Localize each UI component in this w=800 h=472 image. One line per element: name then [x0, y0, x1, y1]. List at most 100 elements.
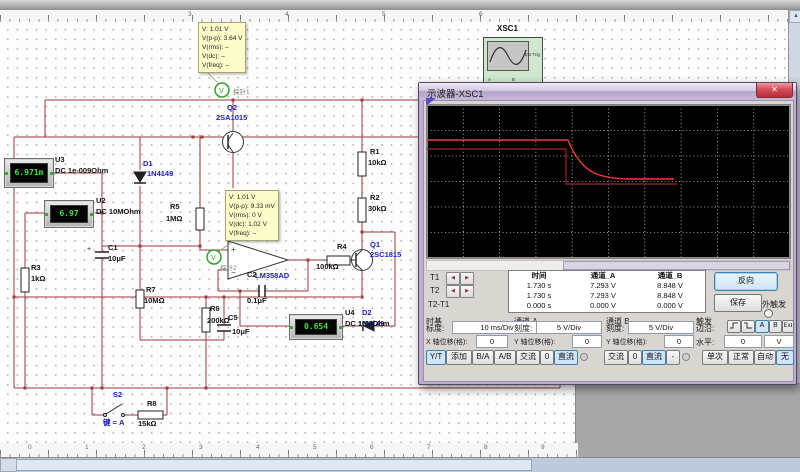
save-button[interactable]: 保存: [714, 294, 762, 312]
trigger-source-b[interactable]: B: [769, 320, 782, 333]
close-icon[interactable]: ✕: [756, 83, 793, 98]
ruler-number: 7: [427, 444, 431, 451]
probe-2[interactable]: V: [207, 250, 221, 264]
trigger-single-button[interactable]: 单次: [702, 350, 728, 365]
meter-terminal: [90, 213, 93, 216]
ruler-number: 9: [541, 444, 545, 451]
mode-ba-button[interactable]: B/A: [472, 350, 494, 365]
trigger-auto-button[interactable]: 自动: [754, 350, 776, 365]
d1-ref: D1: [143, 160, 153, 168]
ruler-number: 3: [199, 444, 203, 451]
resistor-r8[interactable]: [138, 411, 163, 419]
mode-ab-button[interactable]: A/B: [494, 350, 516, 365]
trigger-normal-button[interactable]: 正常: [728, 350, 754, 365]
u4-display: 0.654: [295, 319, 337, 335]
probe1-label: 探针1: [233, 86, 250, 96]
diode-d1[interactable]: [134, 172, 146, 183]
r8-ref: R8: [147, 400, 157, 408]
channel-a-zero-button[interactable]: 0: [540, 350, 554, 365]
t1-left-icon[interactable]: ◀: [446, 272, 460, 285]
resistor-r2[interactable]: [358, 198, 366, 222]
channel-a-pos-value[interactable]: 0: [572, 335, 602, 348]
q1-part: 2SC1815: [370, 251, 401, 259]
probe1-tooltip: V: 1.01 V V(p-p): 3.64 V V(rms): – V(dc)…: [198, 22, 246, 73]
channel-b-scale-value[interactable]: 5 V/Div: [628, 321, 694, 334]
table-row: 1.730 s 7.293 V 8.848 V: [509, 281, 705, 291]
channel-a-scale-value[interactable]: 5 V/Div: [536, 321, 602, 334]
mode-yt-button[interactable]: Y/T: [426, 350, 446, 365]
resistor-r3[interactable]: [21, 268, 29, 292]
channel-b-zero-button[interactable]: 0: [628, 350, 642, 365]
ammeter-u3[interactable]: 6.971m: [4, 158, 54, 188]
channel-b-ac-button[interactable]: 交流: [604, 350, 628, 365]
oscilloscope-titlebar[interactable]: 示波器-XSC1: [419, 83, 796, 100]
scope-screen[interactable]: [426, 104, 791, 259]
oscilloscope-icon[interactable]: Ext Trig A B: [483, 37, 543, 84]
r1-ref: R1: [370, 148, 380, 156]
resistor-r1[interactable]: [358, 152, 366, 176]
r3-value: 1kΩ: [31, 275, 45, 283]
tooltip-line: V: 1.01 V: [202, 25, 242, 34]
scroll-up-icon[interactable]: ▲: [789, 10, 800, 23]
t1-right-icon[interactable]: ▶: [460, 272, 474, 285]
channel-b-scale-label: 刻度:: [606, 323, 624, 334]
trigger-none-button[interactable]: 无: [776, 350, 794, 365]
d1-part: 1N4149: [147, 170, 173, 178]
probe-1[interactable]: V: [215, 83, 229, 97]
trace-channel-a: [427, 140, 674, 179]
s2-key: 键 = A: [103, 419, 124, 427]
channel-a-ac-button[interactable]: 交流: [516, 350, 540, 365]
channel-a-dc-button[interactable]: 直流: [554, 350, 578, 365]
voltmeter-u4[interactable]: 0.654: [289, 314, 343, 340]
svg-text:V: V: [211, 255, 216, 262]
channel-b-minus-button[interactable]: -: [666, 350, 680, 365]
resistor-r5[interactable]: [196, 208, 204, 230]
timebase-pos-value[interactable]: 0: [476, 335, 508, 348]
tooltip-line: V(rms): 0 V: [229, 211, 275, 220]
voltmeter-u2[interactable]: 6.97: [44, 200, 94, 228]
r4-ref: R4: [337, 243, 347, 251]
wire-junctions: [13, 99, 364, 390]
d2-ref: D2: [362, 309, 372, 317]
tooltip-line: V(rms): –: [202, 43, 242, 52]
r2-ref: R2: [370, 194, 380, 202]
q2-ref: Q2: [227, 104, 237, 112]
t2-left-icon[interactable]: ◀: [446, 285, 460, 298]
t2-right-icon[interactable]: ▶: [460, 285, 474, 298]
channel-b-pos-value[interactable]: 0: [664, 335, 694, 348]
r5-value: 1MΩ: [166, 215, 182, 223]
horizontal-scrollbar-thumb[interactable]: [16, 459, 532, 471]
transistor-q2[interactable]: [223, 132, 244, 153]
mode-add-button[interactable]: 添加: [446, 350, 472, 365]
ruler-number: 6: [370, 444, 374, 451]
probe2-label: 探针2: [220, 262, 237, 272]
trigger-source-ext[interactable]: Ext: [782, 320, 794, 333]
switch-s2[interactable]: [104, 404, 125, 417]
meter-terminal: [45, 213, 48, 216]
reverse-button[interactable]: 反向: [714, 272, 778, 291]
tooltip-line: V: 1.01 V: [229, 193, 275, 202]
readout-table: 时间 通道_A 通道_B 1.730 s 7.293 V 8.848 V 1.7…: [508, 270, 706, 313]
oscilloscope-window[interactable]: 示波器-XSC1 ✕ T1 ◀ ▶ T2 ◀ ▶ T2-T1: [418, 82, 797, 385]
channel-a-pos-label: Y 轴位移(格):: [514, 337, 555, 347]
tooltip-line: V(freq): –: [202, 61, 242, 70]
ext-trigger-radio[interactable]: [764, 309, 773, 318]
timebase-scale-label: 标度:: [426, 323, 444, 334]
tooltip-line: V(dc): –: [202, 52, 242, 61]
tooltip-line: V(p-p): 9.33 mV: [229, 202, 275, 211]
scope-scrollbar-thumb[interactable]: [563, 261, 790, 270]
col-time: 时间: [509, 271, 569, 281]
channel-b-dc-button[interactable]: 直流: [642, 350, 666, 365]
rising-edge-icon[interactable]: [727, 320, 741, 333]
resistor-r7[interactable]: [136, 290, 144, 308]
trigger-level-value[interactable]: 0: [724, 335, 762, 348]
ruler-number: 5: [313, 444, 317, 451]
trigger-source-a[interactable]: A: [755, 320, 769, 333]
trigger-level-unit[interactable]: V: [764, 335, 794, 348]
falling-edge-icon[interactable]: [741, 320, 755, 333]
ruler-number: 0: [28, 444, 32, 451]
scrollbar-corner: [0, 458, 17, 472]
svg-text:+: +: [231, 245, 236, 254]
trigger-level-label: 水平:: [696, 337, 714, 348]
ext-trigger-label: 外触发: [762, 299, 786, 310]
